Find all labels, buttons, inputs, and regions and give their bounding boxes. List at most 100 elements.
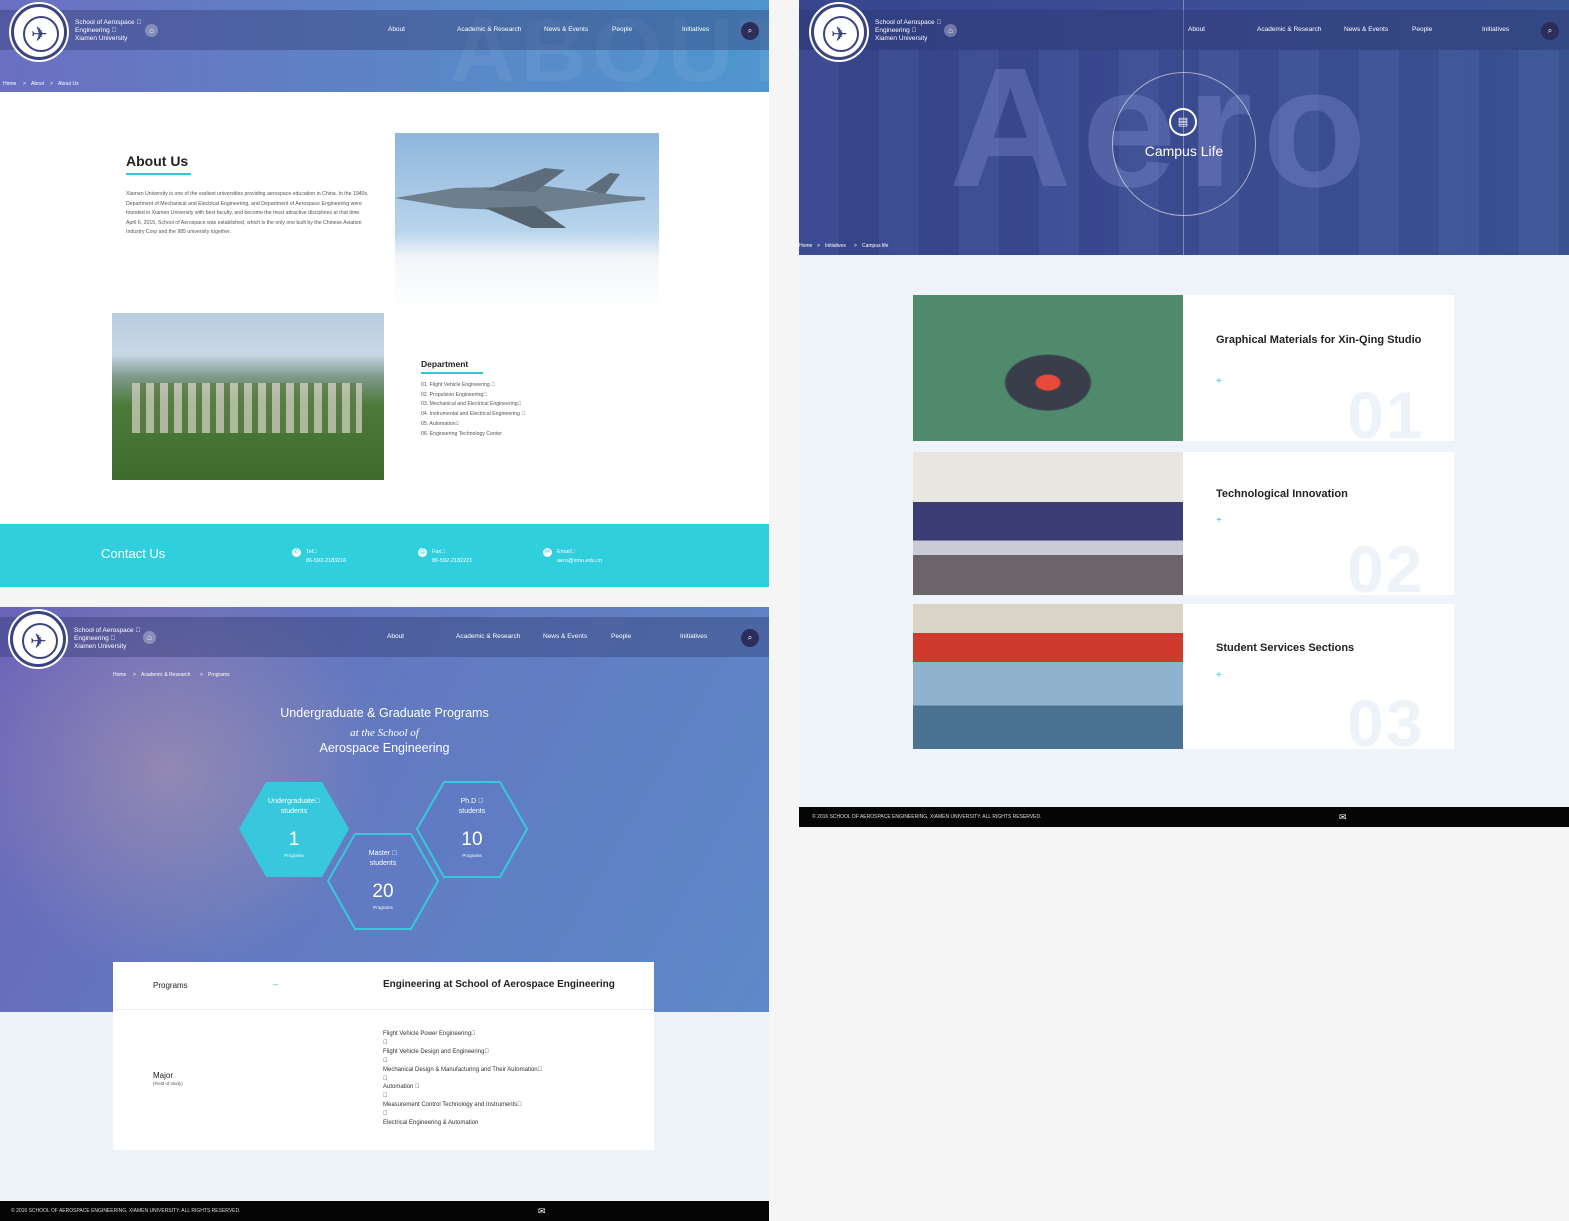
breadcrumb-sep: >	[23, 81, 26, 87]
school-line2: Engineering  	[875, 27, 917, 34]
university-logo[interactable]: ✈	[11, 4, 67, 60]
fax-icon: ⎙	[418, 548, 427, 557]
school-line1: School of Aerospace  	[74, 627, 141, 634]
nav-initiatives[interactable]: Initiatives	[1482, 26, 1509, 33]
programs-subtitle: at the School of	[350, 727, 419, 739]
footer: © 2016 SCHOOL OF AEROSPACE ENGINEERING, …	[799, 807, 1569, 827]
school-line2: Engineering  	[75, 27, 117, 34]
major-item[interactable]: Mechanical Design & Manufacturing and Th…	[383, 1066, 542, 1075]
major-sep:  	[383, 1111, 388, 1118]
department-item[interactable]: 01. Flight Vehicle Engineering  	[421, 381, 525, 391]
plane-icon: ✈	[31, 24, 48, 46]
nav-academic[interactable]: Academic & Research	[1257, 26, 1321, 33]
campus-card-1[interactable]: 01 Graphical Materials for Xin-Qing Stud…	[913, 295, 1454, 452]
university-logo[interactable]: ✈	[10, 611, 66, 667]
contact-value[interactable]: aero@xmu.edu.cn	[557, 557, 602, 566]
home-icon[interactable]: ⌂	[143, 631, 156, 644]
major-sub: (Field of study)	[153, 1081, 183, 1086]
wechat-icon[interactable]: ✉	[538, 1201, 546, 1221]
campus-life-title: Campus Life	[1144, 143, 1224, 159]
major-item[interactable]: Measurement Control Technology and Instr…	[383, 1101, 542, 1110]
programs-table-header: Programs – Engineering at School of Aero…	[113, 962, 654, 1010]
breadcrumb-sep: >	[133, 672, 136, 678]
nav-initiatives[interactable]: Initiatives	[682, 26, 709, 33]
phone-icon: ✆	[292, 548, 301, 557]
nav-news[interactable]: News & Events	[543, 633, 587, 640]
email-icon: ✉	[543, 548, 552, 557]
nav-about[interactable]: About	[387, 633, 404, 640]
about-hero: ABOUT ⌕ About Academic & Research News &…	[0, 0, 769, 101]
nav-news[interactable]: News & Events	[1344, 26, 1388, 33]
contact-bar: Contact Us ✆ Tel  86-592-2183216 ⎙ Fax  …	[0, 524, 769, 587]
major-item[interactable]: Automation  	[383, 1083, 542, 1092]
nav-about[interactable]: About	[1188, 26, 1205, 33]
campus-life-icon: ▤	[1169, 108, 1197, 136]
card-title[interactable]: Graphical Materials for Xin-Qing Studio	[1216, 333, 1436, 348]
breadcrumb-home[interactable]: Home	[3, 81, 16, 87]
department-item[interactable]: 05. Automation 	[421, 420, 525, 430]
contact-value[interactable]: 86-592-2183216	[306, 557, 346, 566]
campus-card-3[interactable]: 03 Student Services Sections +	[913, 604, 1454, 760]
fighter-jet-image	[395, 133, 659, 311]
student-services-photo	[913, 604, 1183, 749]
card-number: 02	[1347, 532, 1425, 606]
nav-academic[interactable]: Academic & Research	[457, 26, 521, 33]
hex-phd[interactable]: Ph.D   students 10 Programs	[416, 781, 528, 878]
dash-icon[interactable]: –	[273, 979, 278, 989]
major-item[interactable]: Flight Vehicle Design and Engineering 	[383, 1048, 542, 1057]
breadcrumb-sep: >	[854, 243, 857, 249]
department-item[interactable]: 02. Propulsion Engineering 	[421, 391, 525, 401]
university-logo[interactable]: ✈	[811, 4, 867, 60]
nav-people[interactable]: People	[1412, 26, 1432, 33]
copyright: © 2016 SCHOOL OF AEROSPACE ENGINEERING, …	[812, 814, 1042, 820]
nav-news[interactable]: News & Events	[544, 26, 588, 33]
search-icon[interactable]: ⌕	[1541, 22, 1559, 40]
nav-people[interactable]: People	[611, 633, 631, 640]
department-item[interactable]: 04. Instrumental and Electrical Engineer…	[421, 410, 525, 420]
plus-icon[interactable]: +	[1216, 670, 1222, 681]
card-title[interactable]: Technological Innovation	[1216, 487, 1436, 502]
programs-hero: ⌕ About Academic & Research News & Event…	[0, 607, 769, 1012]
home-icon[interactable]: ⌂	[145, 24, 158, 37]
breadcrumb-home[interactable]: Home	[113, 672, 126, 678]
department-item[interactable]: 03. Mechanical and Electrical Engineerin…	[421, 400, 525, 410]
breadcrumb-current: Programs	[208, 672, 230, 678]
breadcrumb-sep: >	[200, 672, 203, 678]
contact-label: Tel 	[306, 549, 318, 555]
major-item[interactable]: Electrical Engineering & Automation	[383, 1119, 542, 1128]
breadcrumb-academic[interactable]: Academic & Research	[141, 672, 190, 678]
nav-people[interactable]: People	[612, 26, 632, 33]
department-item[interactable]: 06. Engineering Technology Center	[421, 430, 525, 440]
copyright: © 2016 SCHOOL OF AEROSPACE ENGINEERING, …	[11, 1208, 241, 1214]
breadcrumb-initiatives[interactable]: Initiatives	[825, 243, 846, 249]
breadcrumb-about[interactable]: About	[31, 81, 44, 87]
card-title[interactable]: Student Services Sections	[1216, 641, 1436, 656]
about-title: About Us	[126, 153, 192, 175]
contact-title: Contact Us	[101, 546, 166, 561]
school-line1: School of Aerospace  	[875, 19, 942, 26]
nav-initiatives[interactable]: Initiatives	[680, 633, 707, 640]
breadcrumb-sep: >	[50, 81, 53, 87]
programs-title: Undergraduate & Graduate Programs	[280, 706, 489, 720]
search-icon[interactable]: ⌕	[741, 629, 759, 647]
plus-icon[interactable]: +	[1216, 515, 1222, 526]
boe-competition-photo	[913, 452, 1183, 595]
contact-label: Fax 	[432, 549, 446, 555]
breadcrumb-home[interactable]: Home	[799, 243, 812, 249]
programs-header-label: Programs	[153, 981, 188, 990]
nav-about[interactable]: About	[388, 26, 405, 33]
home-icon[interactable]: ⌂	[944, 24, 957, 37]
hex-label: students	[458, 808, 486, 815]
search-icon[interactable]: ⌕	[741, 22, 759, 40]
contact-value: 86-592-2182221	[432, 558, 473, 564]
major-item[interactable]: Flight Vehicle Power Engineering 	[383, 1030, 542, 1039]
plus-icon[interactable]: +	[1216, 376, 1222, 387]
wechat-icon[interactable]: ✉	[1339, 807, 1347, 827]
campus-card-2[interactable]: 02 Technological Innovation +	[913, 452, 1454, 606]
breadcrumb-current: About Us	[58, 81, 79, 87]
programs-header-title: Engineering at School of Aerospace Engin…	[383, 979, 615, 990]
programs-table: Programs – Engineering at School of Aero…	[113, 962, 654, 1150]
school-line2: Engineering  	[74, 635, 116, 642]
contact-label: Email 	[557, 549, 575, 555]
nav-academic[interactable]: Academic & Research	[456, 633, 520, 640]
